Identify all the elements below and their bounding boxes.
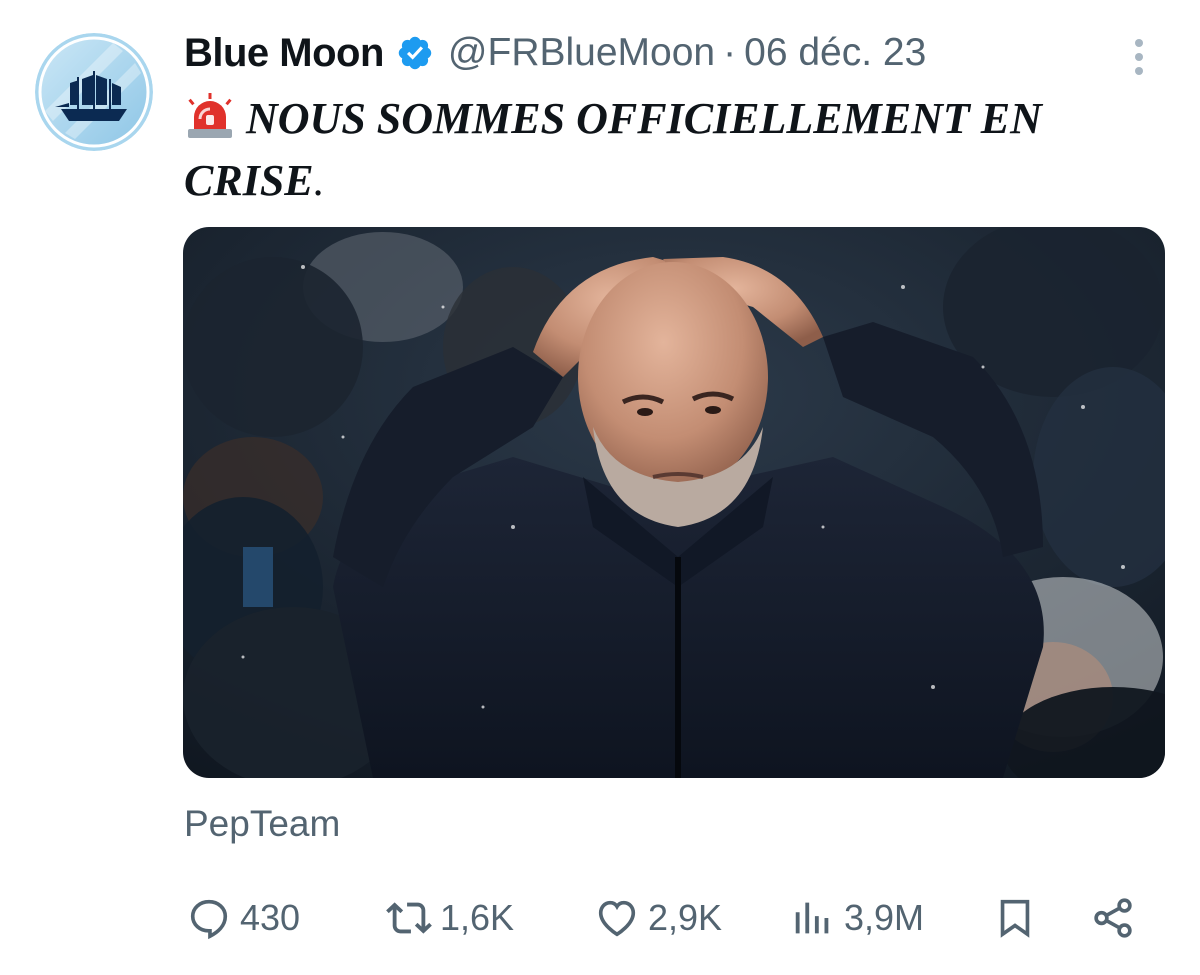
rotating-light-icon <box>184 93 236 139</box>
tweet-text: NOUS SOMMES OFFICIELLEMENT EN CRISE. <box>184 88 1114 212</box>
heart-icon <box>594 895 640 941</box>
tweet-header: Blue Moon @FRBlueMoon · 06 déc. 23 <box>184 28 926 78</box>
repost-count: 1,6K <box>440 897 515 938</box>
display-name[interactable]: Blue Moon <box>184 31 384 76</box>
action-bar: 430 1,6K 2,9K 3,9M <box>0 888 1200 948</box>
avatar[interactable] <box>35 33 153 151</box>
ship-logo-icon <box>35 33 153 151</box>
share-icon <box>1090 895 1136 941</box>
author-handle[interactable]: @FRBlueMoon <box>448 31 715 75</box>
more-options-icon[interactable] <box>1128 36 1150 78</box>
reply-button[interactable]: 430 <box>186 888 300 948</box>
like-count: 2,9K <box>648 897 723 938</box>
tweet-photo[interactable] <box>183 227 1165 778</box>
tweet-card: Blue Moon @FRBlueMoon · 06 déc. 23 NOUS … <box>0 0 1200 975</box>
tweet-date[interactable]: 06 déc. 23 <box>744 31 926 75</box>
verified-badge-icon[interactable] <box>396 34 434 72</box>
like-button[interactable]: 2,9K <box>594 888 722 948</box>
repost-icon <box>386 895 432 941</box>
share-button[interactable] <box>1090 888 1136 948</box>
bookmark-button[interactable] <box>992 888 1038 948</box>
repost-button[interactable]: 1,6K <box>386 888 514 948</box>
separator-dot: · <box>723 31 737 74</box>
media-caption: PepTeam <box>184 803 341 844</box>
bookmark-icon <box>992 895 1038 941</box>
reply-icon <box>186 895 232 941</box>
analytics-icon <box>790 895 836 941</box>
view-count: 3,9M <box>844 897 925 938</box>
reply-count: 430 <box>240 897 301 938</box>
views-button[interactable]: 3,9M <box>790 888 924 948</box>
photo-man-hands-on-head <box>183 227 1165 778</box>
tweet-body-suffix: . <box>313 156 325 205</box>
